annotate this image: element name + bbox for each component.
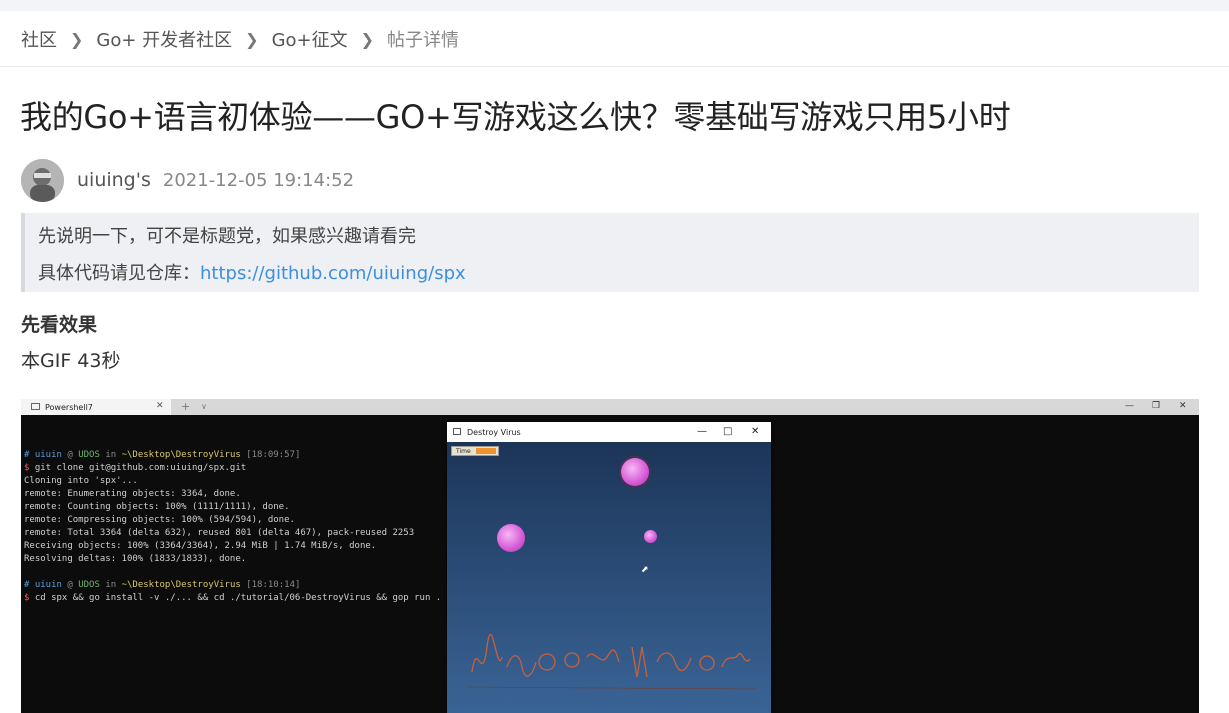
terminal-tab-label: Powershell7 [45, 403, 93, 412]
repo-prefix: 具体代码请见仓库： [38, 263, 200, 284]
article-title: 我的Go+语言初体验——GO+写游戏这么快？零基础写游戏只用5小时 [20, 98, 1011, 136]
post-date: 2021-12-05 19:14:52 [162, 169, 355, 191]
maximize-icon[interactable]: □ [723, 426, 732, 437]
virus-sprite[interactable] [621, 458, 649, 486]
window-icon [453, 428, 461, 435]
author-row: uiuing's 2021-12-05 19:14:52 [21, 158, 354, 202]
close-icon[interactable]: ✕ [1179, 401, 1187, 411]
section-title: 先看效果 [21, 314, 98, 336]
maximize-icon[interactable]: ❐ [1152, 401, 1160, 411]
cursor-icon: ⬈ [641, 565, 649, 575]
intro-quote: 先说明一下，可不是标题党，如果感兴趣请看完 具体代码请见仓库：https://g… [21, 213, 1199, 292]
game-titlebar: Destroy Virus — □ ✕ [447, 422, 771, 442]
virus-sprite[interactable] [644, 530, 657, 543]
quote-line: 先说明一下，可不是标题党，如果感兴趣请看完 [38, 226, 416, 247]
terminal-tab[interactable]: Powershell7 ✕ [21, 399, 171, 415]
close-icon[interactable]: ✕ [751, 426, 759, 437]
author-name[interactable]: uiuing's [77, 169, 151, 191]
header-divider [0, 66, 1229, 67]
plus-icon[interactable]: + [181, 400, 190, 413]
chevron-down-icon[interactable]: ∨ [201, 402, 207, 411]
breadcrumb-goplus-essay[interactable]: Go+征文 [272, 26, 348, 52]
chevron-right-icon: ❯ [70, 29, 84, 49]
demo-gif: Powershell7 ✕ + ∨ — ❐ ✕ # uiuin @ UDOS i… [21, 399, 1199, 713]
chevron-right-icon: ❯ [360, 29, 375, 49]
terminal-icon [31, 403, 40, 410]
close-icon[interactable]: ✕ [156, 401, 164, 411]
breadcrumb: 社区 ❯ Go+ 开发者社区 ❯ Go+征文 ❯ 帖子详情 [21, 26, 460, 52]
time-label: Time [456, 448, 471, 455]
time-bar [476, 448, 496, 454]
avatar[interactable] [21, 158, 64, 202]
time-indicator: Time [451, 446, 499, 456]
minimize-icon[interactable]: — [697, 426, 707, 437]
virus-sprite[interactable] [497, 524, 525, 552]
top-strip [0, 0, 1229, 11]
quote-line: 具体代码请见仓库：https://github.com/uiuing/spx [38, 255, 1199, 292]
chevron-right-icon: ❯ [245, 29, 259, 49]
repo-link[interactable]: https://github.com/uiuing/spx [200, 263, 466, 284]
game-window: Destroy Virus — □ ✕ Time ⬈ [447, 422, 771, 713]
breadcrumb-community[interactable]: 社区 [21, 26, 57, 52]
ground-graffiti [467, 633, 757, 690]
game-title: Destroy Virus [467, 428, 521, 437]
breadcrumb-current: 帖子详情 [387, 30, 460, 51]
terminal-output: # uiuin @ UDOS in ~\Desktop\DestroyVirus… [24, 450, 442, 603]
terminal-tabbar: Powershell7 ✕ + ∨ — ❐ ✕ [21, 399, 1199, 415]
gif-description: 本GIF 43秒 [21, 350, 121, 372]
minimize-icon[interactable]: — [1125, 401, 1134, 411]
game-canvas[interactable]: Time ⬈ [447, 442, 771, 713]
breadcrumb-goplus-community[interactable]: Go+ 开发者社区 [96, 26, 232, 52]
